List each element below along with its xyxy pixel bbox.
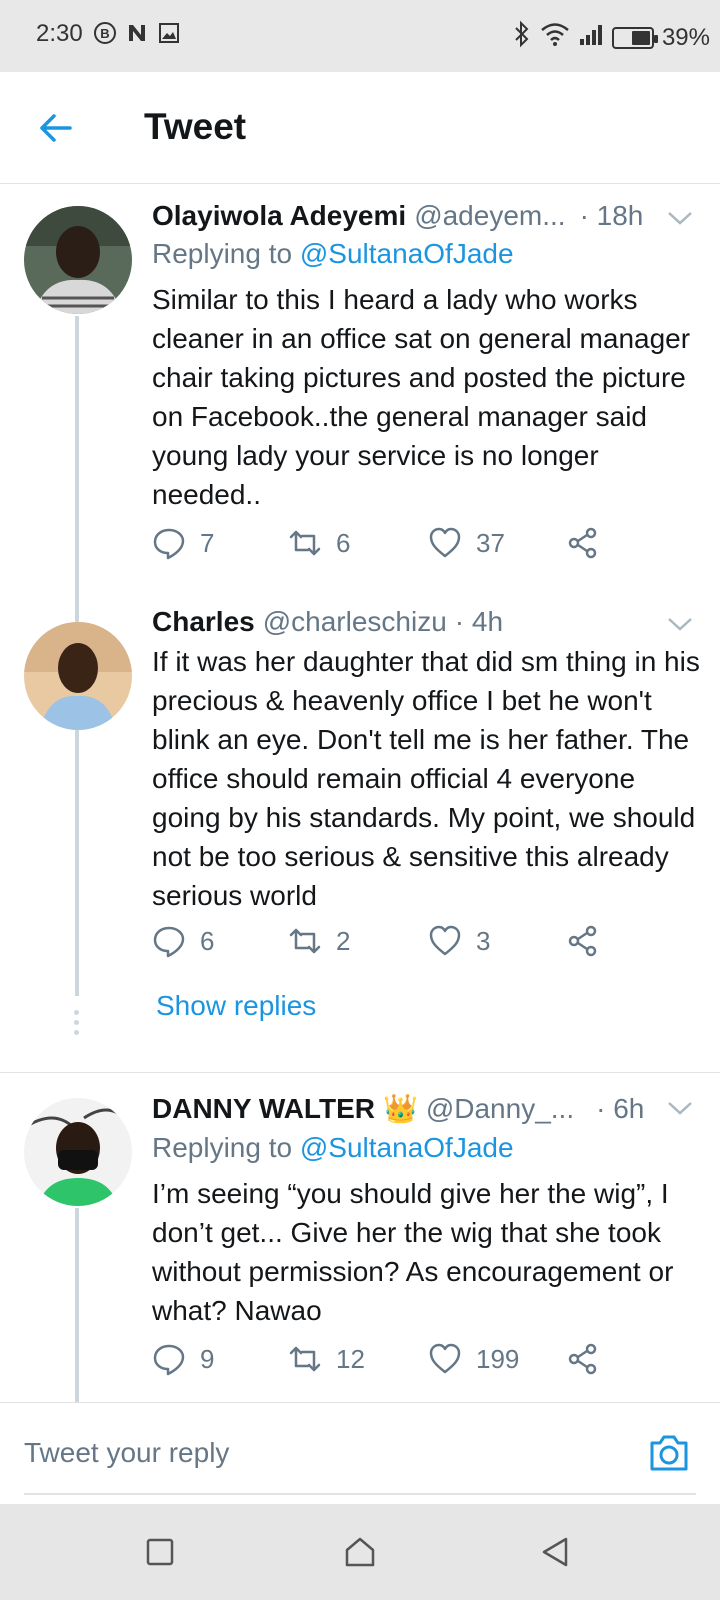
- share-button[interactable]: [566, 1342, 600, 1376]
- status-time: 2:30: [36, 20, 83, 47]
- thread-dots: [74, 1010, 80, 1040]
- avatar[interactable]: [24, 206, 132, 314]
- like-count: 37: [476, 527, 505, 558]
- tweet-time: · 4h: [454, 606, 504, 637]
- like-button[interactable]: 199: [428, 1342, 519, 1376]
- share-icon: [568, 1343, 597, 1375]
- tweet-item[interactable]: DANNY WALTER 👑 @Danny_... · 6h Replying …: [0, 1084, 720, 1402]
- image-icon: [156, 20, 182, 46]
- tweet-text: Similar to this I heard a lady who works…: [152, 284, 691, 510]
- thread-line: [75, 316, 79, 624]
- reply-input-underline: [24, 1493, 696, 1495]
- chevron-down-icon[interactable]: [666, 614, 694, 634]
- crown-badge: 👑: [382, 1093, 418, 1124]
- tweet-text: If it was her daughter that did sm thing…: [152, 646, 700, 911]
- wifi-icon: [540, 21, 570, 54]
- chevron-down-icon[interactable]: [666, 208, 694, 228]
- recents-square-icon[interactable]: [142, 1534, 178, 1570]
- tweet-author-name[interactable]: DANNY WALTER: [152, 1093, 375, 1125]
- svg-text:B: B: [100, 26, 109, 41]
- battery-percent: 39%: [661, 23, 710, 51]
- battery-charging-icon: [611, 26, 658, 49]
- reply-input[interactable]: Tweet your reply: [24, 1437, 229, 1469]
- tweet-author-name[interactable]: Olayiwola Adeyemi: [152, 200, 406, 232]
- avatar[interactable]: [24, 1098, 132, 1206]
- like-button[interactable]: 3: [428, 924, 490, 958]
- status-bar: 2:30 B 39%: [0, 0, 720, 72]
- reply-icon: [153, 1344, 185, 1376]
- mention-link[interactable]: @SultanaOfJade: [300, 1132, 514, 1163]
- divider: [0, 1072, 720, 1073]
- retweet-button[interactable]: 2: [288, 924, 350, 958]
- reply-icon: [153, 528, 185, 560]
- camera-icon[interactable]: [648, 1433, 690, 1473]
- reply-bar: Tweet your reply: [0, 1402, 720, 1504]
- back-triangle-icon[interactable]: [538, 1534, 574, 1570]
- share-icon: [568, 527, 597, 559]
- tweet-item[interactable]: Charles @charleschizu · 4h If it was her…: [0, 606, 720, 1076]
- tweet-text: I’m seeing “you should give her the wig”…: [152, 1178, 674, 1326]
- like-count: 199: [476, 1343, 520, 1374]
- replying-to-label: Replying to: [152, 1132, 293, 1163]
- retweet-count: 2: [336, 925, 351, 956]
- tweet-actions: 7 6 37: [152, 526, 622, 566]
- home-icon[interactable]: [342, 1534, 378, 1570]
- system-nav-bar: [0, 1504, 720, 1600]
- like-count: 3: [476, 925, 491, 956]
- back-arrow-icon[interactable]: [36, 108, 76, 148]
- replying-to-label: Replying to: [152, 238, 293, 269]
- retweet-count: 12: [336, 1343, 365, 1374]
- retweet-count: 6: [336, 527, 351, 558]
- tweet-author-name[interactable]: Charles: [152, 606, 255, 638]
- tweet-author-handle: @adeyem...: [414, 200, 566, 231]
- heart-icon: [429, 925, 461, 956]
- retweet-icon: [289, 530, 321, 556]
- retweet-icon: [289, 1346, 321, 1372]
- chevron-down-icon[interactable]: [666, 1098, 694, 1118]
- tweet-time: · 18h: [579, 200, 644, 231]
- reply-icon: [153, 926, 185, 958]
- replying-to: Replying to @SultanaOfJade: [152, 238, 514, 270]
- tweet-actions: 6 2 3: [152, 924, 622, 964]
- tweet-actions: 9 12 199: [152, 1342, 622, 1382]
- share-button[interactable]: [566, 924, 600, 958]
- reply-button[interactable]: 7: [152, 526, 214, 560]
- reply-count: 6: [200, 925, 215, 956]
- tweet-item[interactable]: Olayiwola Adeyemi @adeyem... · 18h Reply…: [0, 184, 720, 624]
- reply-button[interactable]: 6: [152, 924, 214, 958]
- mention-link[interactable]: @SultanaOfJade: [300, 238, 514, 269]
- retweet-button[interactable]: 12: [288, 1342, 365, 1376]
- heart-icon: [429, 1343, 461, 1374]
- tweet-author-handle: @Danny_...: [425, 1093, 575, 1124]
- reply-count: 7: [200, 527, 215, 558]
- signal-icon: [578, 21, 604, 54]
- thread-line: [75, 730, 79, 996]
- bluetooth-icon: [512, 20, 532, 55]
- page-title: Tweet: [144, 106, 247, 147]
- share-button[interactable]: [566, 526, 600, 560]
- heart-icon: [429, 527, 461, 558]
- b-circle-icon: B: [92, 20, 118, 46]
- share-icon: [568, 925, 597, 957]
- show-replies-link[interactable]: Show replies: [156, 990, 316, 1022]
- like-button[interactable]: 37: [428, 526, 505, 560]
- reply-count: 9: [200, 1343, 215, 1374]
- reply-button[interactable]: 9: [152, 1342, 214, 1376]
- replying-to: Replying to @SultanaOfJade: [152, 1132, 514, 1164]
- thread-line: [75, 1208, 79, 1402]
- n-icon: [124, 20, 150, 46]
- retweet-icon: [289, 928, 321, 954]
- avatar[interactable]: [24, 622, 132, 730]
- retweet-button[interactable]: 6: [288, 526, 350, 560]
- tweet-time: · 6h: [596, 1093, 645, 1124]
- tweet-author-handle: @charleschizu: [262, 606, 447, 637]
- header: Tweet: [0, 72, 720, 184]
